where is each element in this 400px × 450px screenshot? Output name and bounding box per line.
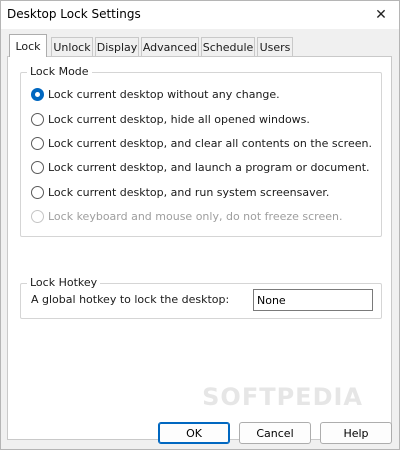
tab-schedule[interactable]: Schedule — [201, 37, 255, 56]
lock-mode-label: Lock Mode — [27, 65, 92, 78]
lock-mode-option-keyboard-mouse: Lock keyboard and mouse only, do not fre… — [31, 208, 342, 224]
tab-display[interactable]: Display — [95, 37, 139, 56]
close-button[interactable]: ✕ — [363, 1, 399, 29]
radio-button — [31, 87, 44, 101]
radio-button — [31, 209, 44, 223]
watermark: SOFTPEDIA — [202, 383, 363, 411]
lock-hotkey-group: Lock Hotkey A global hotkey to lock the … — [20, 276, 382, 319]
lock-mode-option-hide-windows[interactable]: Lock current desktop, hide all opened wi… — [31, 111, 310, 127]
help-button[interactable]: Help — [320, 422, 392, 444]
tab-area: Lock Unlock Display Advanced Schedule Us… — [1, 29, 399, 440]
tab-unlock[interactable]: Unlock — [51, 37, 93, 56]
radio-button — [31, 160, 44, 174]
title-bar: Desktop Lock Settings ✕ — [1, 1, 399, 29]
ok-button[interactable]: OK — [158, 422, 230, 444]
lock-mode-group: Lock Mode Lock current desktop without a… — [20, 65, 382, 237]
lock-mode-option-launch-program[interactable]: Lock current desktop, and launch a progr… — [31, 159, 370, 175]
radio-button — [31, 112, 44, 126]
lock-mode-option-clear-screen[interactable]: Lock current desktop, and clear all cont… — [31, 135, 372, 151]
tab-lock[interactable]: Lock — [9, 34, 47, 57]
lock-tab-panel: Lock Mode Lock current desktop without a… — [7, 56, 392, 440]
lock-hotkey-label: Lock Hotkey — [27, 276, 101, 289]
tab-users[interactable]: Users — [257, 37, 293, 56]
window-title: Desktop Lock Settings — [7, 7, 141, 21]
close-icon: ✕ — [375, 7, 387, 23]
tab-advanced[interactable]: Advanced — [141, 37, 199, 56]
cancel-button[interactable]: Cancel — [239, 422, 311, 444]
radio-button — [31, 185, 44, 199]
lock-mode-option-screensaver[interactable]: Lock current desktop, and run system scr… — [31, 184, 329, 200]
radio-button — [31, 136, 44, 150]
hotkey-description: A global hotkey to lock the desktop: — [31, 293, 230, 306]
lock-mode-option-no-change[interactable]: Lock current desktop without any change. — [31, 86, 280, 102]
hotkey-input[interactable] — [253, 289, 373, 311]
settings-window: Desktop Lock Settings ✕ Lock Unlock Disp… — [0, 0, 400, 450]
